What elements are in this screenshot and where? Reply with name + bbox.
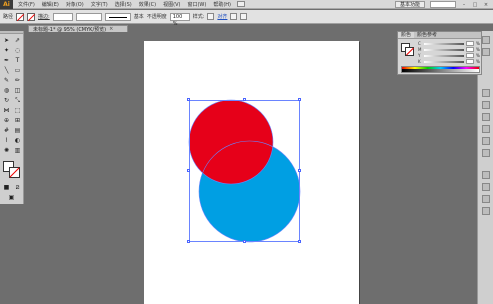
rotate-tool-icon[interactable]: ↻ xyxy=(2,96,11,105)
color-panel: 颜色 颜色参考 C % M % Y % K % xyxy=(397,31,482,75)
black-unit: % xyxy=(476,59,480,64)
color-panel-fill-stroke[interactable] xyxy=(401,43,415,57)
color-spectrum[interactable] xyxy=(401,66,480,73)
layers-panel-icon[interactable] xyxy=(482,195,490,203)
yellow-label: Y xyxy=(418,53,421,58)
type-tool-icon[interactable]: T xyxy=(13,56,22,65)
handle-top-right[interactable] xyxy=(298,98,301,101)
symbols-panel-icon[interactable] xyxy=(482,113,490,121)
yellow-slider-row[interactable]: Y % xyxy=(418,53,480,58)
rectangle-tool-icon[interactable]: ▭ xyxy=(13,66,22,75)
none-mode-icon[interactable]: ⧄ xyxy=(13,183,22,192)
color-mode-icon[interactable]: ■ xyxy=(2,183,11,192)
color-panel-stroke[interactable] xyxy=(405,47,414,56)
color-panel-tabs: 颜色 颜色参考 xyxy=(398,32,481,39)
cyan-value[interactable] xyxy=(466,41,474,46)
blend-tool-icon[interactable]: ◐ xyxy=(13,136,22,145)
selection-bounding-box[interactable] xyxy=(189,100,300,242)
selection-tool-icon[interactable]: ➤ xyxy=(2,36,11,45)
paintbrush-tool-icon[interactable]: ✎ xyxy=(2,76,11,85)
yellow-value[interactable] xyxy=(466,53,474,58)
stroke-panel-icon[interactable] xyxy=(482,125,490,133)
gradient-tool-icon[interactable]: ▤ xyxy=(13,126,22,135)
graphic-styles-panel-icon[interactable] xyxy=(482,183,490,191)
magic-wand-tool-icon[interactable]: ✦ xyxy=(2,46,11,55)
line-tool-icon[interactable]: ╲ xyxy=(2,66,11,75)
brushes-panel-icon[interactable] xyxy=(482,101,490,109)
handle-bottom-left[interactable] xyxy=(187,240,190,243)
transparency-panel-icon[interactable] xyxy=(482,149,490,157)
artboards-panel-icon[interactable] xyxy=(482,207,490,215)
perspective-grid-tool-icon[interactable]: ⊞ xyxy=(13,116,22,125)
graph-tool-icon[interactable]: ▥ xyxy=(13,146,22,155)
eyedropper-tool-icon[interactable]: ⌇ xyxy=(2,136,11,145)
fill-stroke-control[interactable] xyxy=(3,161,21,179)
pencil-tool-icon[interactable]: ✏ xyxy=(13,76,22,85)
appearance-panel-icon[interactable] xyxy=(482,171,490,179)
black-value[interactable] xyxy=(466,59,474,64)
color-guide-panel-icon[interactable] xyxy=(482,48,490,56)
black-slider-row[interactable]: K % xyxy=(418,59,480,64)
tab-color-guide[interactable]: 颜色参考 xyxy=(414,32,440,38)
magenta-slider-row[interactable]: M % xyxy=(418,47,480,52)
color-panel-icon[interactable] xyxy=(482,36,490,44)
cyan-label: C xyxy=(418,41,421,46)
lasso-tool-icon[interactable]: ◌ xyxy=(13,46,22,55)
pen-tool-icon[interactable]: ✒ xyxy=(2,56,11,65)
direct-selection-tool-icon[interactable]: ⇗ xyxy=(13,36,22,45)
shape-builder-tool-icon[interactable]: ⊕ xyxy=(2,116,11,125)
gradient-panel-icon[interactable] xyxy=(482,137,490,145)
handle-bottom-center[interactable] xyxy=(243,240,246,243)
width-tool-icon[interactable]: ⋈ xyxy=(2,106,11,115)
symbol-sprayer-tool-icon[interactable]: ✺ xyxy=(2,146,11,155)
handle-middle-right[interactable] xyxy=(298,169,301,172)
eraser-tool-icon[interactable]: ◫ xyxy=(13,86,22,95)
handle-top-center[interactable] xyxy=(243,98,246,101)
magenta-label: M xyxy=(418,47,422,52)
color-panel-body: C % M % Y % K % xyxy=(398,40,483,76)
blob-brush-tool-icon[interactable]: ◍ xyxy=(2,86,11,95)
yellow-unit: % xyxy=(476,53,480,58)
handle-bottom-right[interactable] xyxy=(298,240,301,243)
swatches-panel-icon[interactable] xyxy=(482,89,490,97)
magenta-slider[interactable] xyxy=(424,48,464,51)
free-transform-tool-icon[interactable]: ⬚ xyxy=(13,106,22,115)
scale-tool-icon[interactable]: ⤡ xyxy=(13,96,22,105)
cyan-slider-row[interactable]: C % xyxy=(418,41,480,46)
black-slider[interactable] xyxy=(424,60,464,63)
screen-mode-icon[interactable]: ▣ xyxy=(7,193,16,202)
stroke-color-box[interactable] xyxy=(9,167,20,178)
cyan-slider[interactable] xyxy=(424,42,464,45)
tab-color[interactable]: 颜色 xyxy=(398,32,415,38)
yellow-slider[interactable] xyxy=(424,54,464,57)
tools-panel: ➤ ⇗ ✦ ◌ ✒ T ╲ ▭ ✎ ✏ ◍ ◫ ↻ ⤡ ⋈ ⬚ ⊕ ⊞ # ▤ … xyxy=(0,31,24,204)
black-label: K xyxy=(418,59,421,64)
mesh-tool-icon[interactable]: # xyxy=(2,126,11,135)
magenta-unit: % xyxy=(476,47,480,52)
tools-panel-grip[interactable] xyxy=(0,31,23,34)
handle-top-left[interactable] xyxy=(187,98,190,101)
handle-middle-left[interactable] xyxy=(187,169,190,172)
magenta-value[interactable] xyxy=(466,47,474,52)
cyan-unit: % xyxy=(476,41,480,46)
